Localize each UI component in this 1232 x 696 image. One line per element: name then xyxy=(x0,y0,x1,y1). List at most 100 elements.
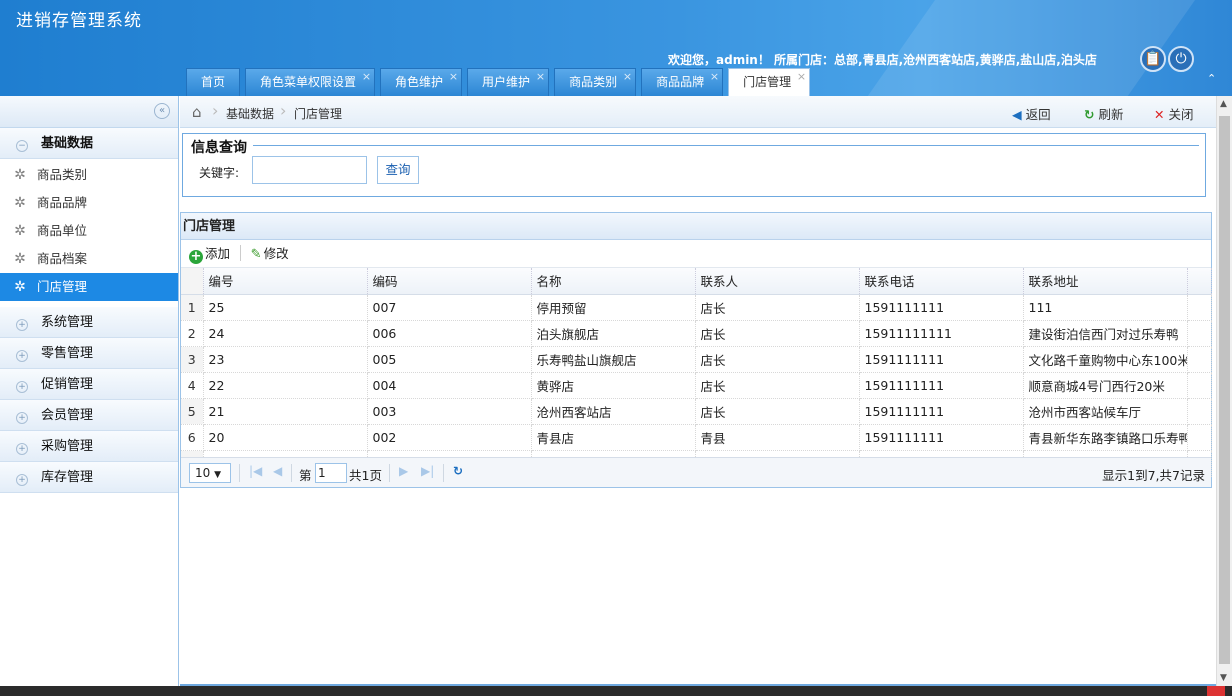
table-cell: 1591111111 xyxy=(859,346,1024,373)
close-tab-icon[interactable]: × xyxy=(536,63,545,90)
table-cell: 黄骅店 xyxy=(531,372,696,399)
next-page-icon[interactable]: ▶ xyxy=(399,464,408,478)
gear-icon: ✲ xyxy=(14,167,26,183)
sidebar-group-2[interactable]: + 零售管理 xyxy=(0,338,178,369)
close-button[interactable]: ✕ 关闭 xyxy=(1154,104,1194,123)
tab-6[interactable]: 门店管理 × xyxy=(728,68,811,96)
home-icon[interactable]: ⌂ xyxy=(192,103,202,121)
query-title: 信息查询 xyxy=(191,137,249,157)
last-page-icon[interactable]: ▶| xyxy=(421,464,434,478)
sidebar-item-2[interactable]: ✲ 商品单位 xyxy=(0,217,178,245)
table-row[interactable]: 6 20 002 青县店 青县 1591111111 青县新华东路李镇路口乐寿鸭 xyxy=(181,424,1212,451)
tab-0[interactable]: 首页 xyxy=(186,68,241,96)
sidebar-group-4[interactable]: + 会员管理 xyxy=(0,400,178,431)
sidebar-group-6[interactable]: + 库存管理 xyxy=(0,462,178,493)
sidebar-item-3[interactable]: ✲ 商品档案 xyxy=(0,245,178,273)
sidebar-item-1[interactable]: ✲ 商品品牌 xyxy=(0,189,178,217)
table-cell: 23 xyxy=(203,346,368,373)
taskbar xyxy=(0,686,1232,696)
table-cell-filler xyxy=(1187,320,1212,347)
column-header[interactable]: 联系电话 xyxy=(859,268,1024,295)
column-header[interactable]: 编号 xyxy=(203,268,368,295)
close-tab-icon[interactable]: × xyxy=(710,63,719,90)
table-cell: 002 xyxy=(367,424,532,451)
table-row[interactable]: 3 23 005 乐寿鸭盐山旗舰店 店长 1591111111 文化路千童购物中心东100米 xyxy=(181,346,1212,373)
expand-icon: + xyxy=(16,412,28,424)
add-icon: + xyxy=(189,249,203,264)
tab-3[interactable]: 用户维护 × xyxy=(467,68,550,96)
column-header[interactable]: 联系地址 xyxy=(1023,268,1188,295)
close-tab-icon[interactable]: × xyxy=(449,63,458,90)
expand-icon: + xyxy=(16,319,28,331)
sidebar-item-0[interactable]: ✲ 商品类别 xyxy=(0,161,178,189)
close-tab-icon[interactable]: × xyxy=(797,63,806,90)
back-icon: ◀ xyxy=(1012,107,1022,122)
dropdown-arrow-icon: ▼ xyxy=(214,470,222,480)
prev-page-icon[interactable]: ◀ xyxy=(273,464,282,478)
clipboard-icon[interactable]: 📋 xyxy=(1140,46,1166,72)
page-scrollbar[interactable]: ▲ ▼ xyxy=(1216,96,1232,686)
taskbar-indicator xyxy=(1207,686,1225,696)
pager-separator xyxy=(443,464,444,482)
table-cell: 店长 xyxy=(695,372,860,399)
edit-button[interactable]: ✎ 修改 xyxy=(251,240,289,269)
column-header[interactable]: 编码 xyxy=(367,268,532,295)
table-row[interactable]: 2 24 006 泊头旗舰店 店长 15911111111 建设街泊信西门对过乐寿鸭 xyxy=(181,320,1212,347)
tab-1[interactable]: 角色菜单权限设置 × xyxy=(245,68,376,96)
table-cell: 111 xyxy=(1023,294,1188,321)
collapse-sidebar-icon[interactable]: « xyxy=(154,103,170,119)
column-header[interactable]: 联系人 xyxy=(695,268,860,295)
tab-4[interactable]: 商品类别 × xyxy=(554,68,637,96)
reload-icon[interactable]: ↻ xyxy=(453,464,463,478)
scroll-down-icon[interactable]: ▼ xyxy=(1220,673,1227,683)
table-cell-filler xyxy=(1187,372,1212,399)
sidebar-group-5[interactable]: + 采购管理 xyxy=(0,431,178,462)
scrollbar-thumb[interactable] xyxy=(1219,116,1230,664)
refresh-button[interactable]: ↻ 刷新 xyxy=(1084,104,1124,123)
table-cell: 店长 xyxy=(695,398,860,425)
table-cell: 沧州市西客站候车厅 xyxy=(1023,398,1188,425)
tab-5[interactable]: 商品品牌 × xyxy=(641,68,724,96)
scroll-up-icon[interactable]: ▲ xyxy=(1220,99,1227,109)
search-button[interactable]: 查询 xyxy=(377,156,419,184)
sidebar-group-1[interactable]: + 系统管理 xyxy=(0,307,178,338)
tab-label: 角色菜单权限设置 xyxy=(260,75,357,89)
table-cell: 店长 xyxy=(695,346,860,373)
table-row[interactable]: 5 21 003 沧州西客站店 店长 1591111111 沧州市西客站候车厅 xyxy=(181,398,1212,425)
keyword-input[interactable] xyxy=(252,156,367,184)
table-cell-filler xyxy=(1187,398,1212,425)
gear-icon: ✲ xyxy=(14,251,26,267)
table-cell: 青县 xyxy=(695,424,860,451)
tab-2[interactable]: 角色维护 × xyxy=(380,68,463,96)
sidebar-group-3[interactable]: + 促销管理 xyxy=(0,369,178,400)
table-row[interactable]: 4 22 004 黄骅店 店长 1591111111 顺意商城4号门西行20米 xyxy=(181,372,1212,399)
power-icon[interactable]: ⏻ xyxy=(1168,46,1194,72)
breadcrumb-item-basic-data[interactable]: 基础数据 xyxy=(226,105,274,122)
collapse-header-icon[interactable]: ⌃ xyxy=(1207,72,1216,85)
table-cell: 乐寿鸭盐山旗舰店 xyxy=(531,346,696,373)
add-button[interactable]: + 添加 xyxy=(189,240,230,268)
pager-separator xyxy=(389,464,390,482)
close-tab-icon[interactable]: × xyxy=(362,63,371,90)
page-size-select[interactable]: 10 ▼ xyxy=(189,463,231,483)
expand-icon: + xyxy=(16,350,28,362)
expand-icon: + xyxy=(16,443,28,455)
table-header-row: 编号 编码 名称 联系人 联系电话 联系地址 xyxy=(181,268,1212,295)
grid-toolbar: + 添加 ✎ 修改 xyxy=(181,240,1211,268)
first-page-icon[interactable]: |◀ xyxy=(249,464,262,478)
table-cell: 006 xyxy=(367,320,532,347)
tab-label: 首页 xyxy=(201,75,226,89)
back-button[interactable]: ◀ 返回 xyxy=(1012,104,1051,123)
row-number: 2 xyxy=(181,320,204,347)
sidebar-group-label: 零售管理 xyxy=(41,346,94,361)
sidebar-item-4[interactable]: ✲ 门店管理 xyxy=(0,273,178,301)
close-tab-icon[interactable]: × xyxy=(623,63,632,90)
column-header[interactable]: 名称 xyxy=(531,268,696,295)
sidebar-group-label: 基础数据 xyxy=(41,136,94,151)
table-row[interactable]: 1 25 007 停用预留 店长 1591111111 111 xyxy=(181,294,1212,321)
sidebar-group-label: 促销管理 xyxy=(41,377,94,392)
breadcrumb-separator: › xyxy=(212,101,219,120)
table-cell: 005 xyxy=(367,346,532,373)
sidebar-group-0[interactable]: − 基础数据 xyxy=(0,128,178,159)
page-number-input[interactable]: 1 xyxy=(315,463,347,483)
